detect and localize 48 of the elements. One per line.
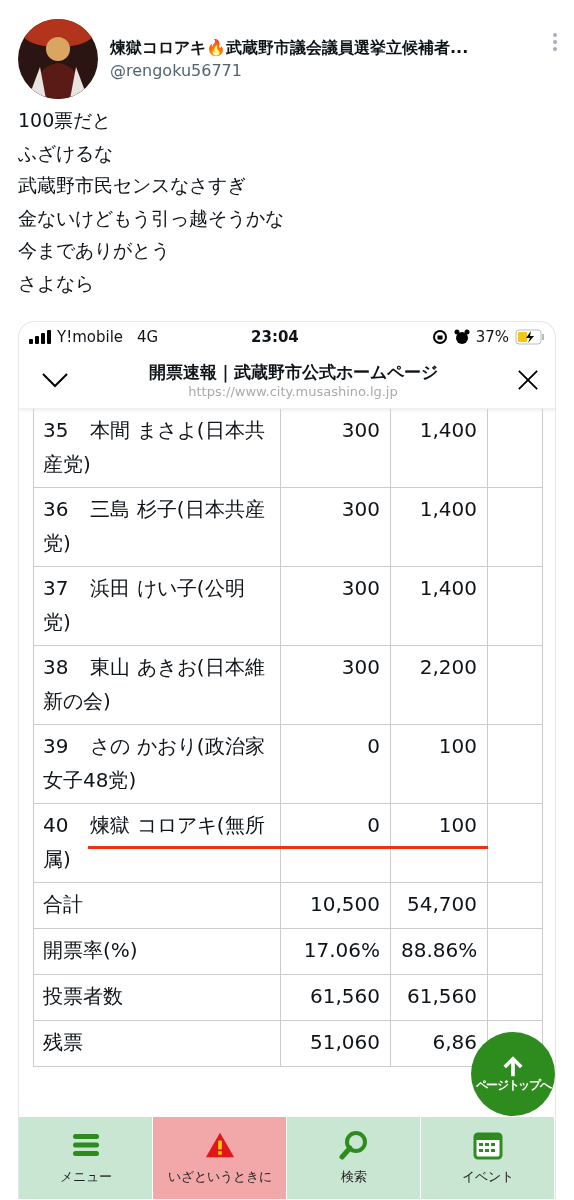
table-cell: 61,560	[391, 975, 488, 1020]
table-cell: 0	[281, 725, 391, 803]
table-cell: 合計	[34, 883, 281, 928]
search-icon	[338, 1130, 369, 1160]
table-cell: 37 浜田 けい子(公明党)	[34, 567, 281, 645]
table-cell: 300	[281, 409, 391, 487]
table-cell: 開票率(%)	[34, 929, 281, 974]
table-cell: 51,060	[281, 1021, 391, 1066]
chevron-down-icon[interactable]	[41, 372, 69, 388]
table-cell: 38 東山 あきお(日本維新の会)	[34, 646, 281, 724]
network-label: 4G	[137, 328, 159, 346]
close-icon[interactable]	[517, 369, 539, 391]
calendar-icon	[472, 1130, 503, 1160]
table-cell: 1,400	[391, 488, 488, 566]
table-cell: 投票者数	[34, 975, 281, 1020]
arrow-up-icon	[502, 1056, 524, 1078]
table-cell: 54,700	[391, 883, 488, 928]
page-title: 開票速報｜武蔵野市公式ホームページ	[148, 361, 438, 384]
tweet-text-line: 100票だと	[18, 108, 112, 133]
table-cell: 88.86%	[391, 929, 488, 974]
table-cell: 39 さの かおり(政治家女子48党)	[34, 725, 281, 803]
table-cell: 300	[281, 646, 391, 724]
table-cell: 35 本間 まさよ(日本共産党)	[34, 409, 281, 487]
signal-icon	[29, 330, 51, 344]
tweet-text-line: ふざけるな	[18, 140, 113, 166]
table-cell: 残票	[34, 1021, 281, 1066]
battery-charging-icon	[515, 329, 545, 345]
clock-time: 23:04	[251, 328, 300, 346]
page-url: https://www.city.musashino.lg.jp	[188, 384, 398, 399]
tweet-text-line: 金ないけどもう引っ越そうかな	[18, 205, 284, 231]
table-cell: 36 三島 杉子(日本共産党)	[34, 488, 281, 566]
tweet-text-line: 今までありがとう	[18, 238, 170, 263]
display-name[interactable]: 煉獄コロアキ🔥武蔵野市議会議員選挙立候補者...	[110, 38, 540, 59]
table-cell: 300	[281, 488, 391, 566]
carrier-label: Y!mobile	[57, 328, 124, 346]
table-cell: 17.06%	[281, 929, 391, 974]
table-cell: 10,500	[281, 883, 391, 928]
table-cell: 1,400	[391, 409, 488, 487]
table-cell: 300	[281, 567, 391, 645]
table-cell: 100	[391, 725, 488, 803]
tweet-text-line: さよなら	[18, 270, 94, 296]
user-handle[interactable]: @rengoku56771	[110, 61, 540, 80]
table-cell: 61,560	[281, 975, 391, 1020]
rotation-lock-icon	[431, 329, 448, 345]
battery-percent: 37%	[475, 328, 509, 346]
tweet-text-line: 武蔵野市民センスなさすぎ	[18, 173, 246, 198]
table-cell: 2,200	[391, 646, 488, 724]
table-cell: 1,400	[391, 567, 488, 645]
